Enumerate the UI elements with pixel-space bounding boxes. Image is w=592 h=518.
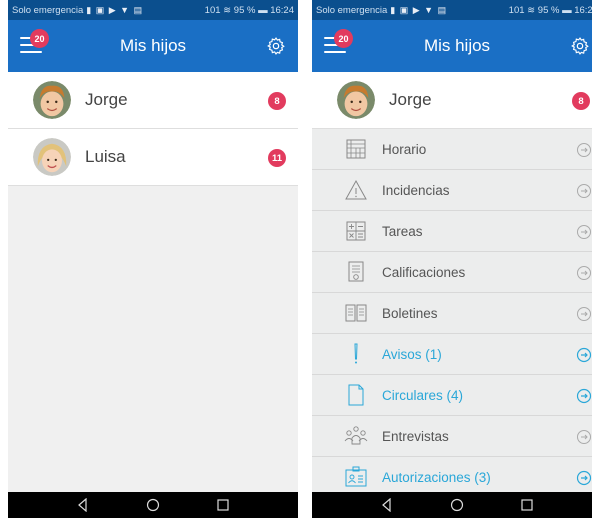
phone-screen-children-list: Solo emergencia ▮ ▣ ▶ ▼ ▤ 101 ≋ 95 % ▬ 16… (8, 0, 298, 518)
battery-text: 95 % (537, 4, 560, 16)
menu-item-avisos[interactable]: Avisos (1) (312, 334, 592, 375)
menu-item-horario[interactable]: Horario (312, 129, 592, 170)
arrow-right-circle-icon[interactable] (576, 224, 592, 240)
wifi-icon: ≋ (527, 4, 536, 16)
status-bar-left-group: Solo emergencia ▮ ▣ ▶ ▼ ▤ (316, 5, 447, 16)
menu-item-incidencias[interactable]: Incidencias (312, 170, 592, 211)
child-row-jorge[interactable]: Jorge 8 (8, 72, 298, 129)
wifi-icon: ≋ (223, 4, 232, 16)
notification-icons: ▮ ▣ ▶ ▼ ▤ (390, 4, 448, 15)
avatar (337, 81, 375, 119)
menu-item-tareas[interactable]: Tareas (312, 211, 592, 252)
menu-item-label: Circulares (4) (382, 387, 464, 403)
avatar (33, 138, 71, 176)
child-name: Jorge (389, 90, 432, 109)
page-title: Mis hijos (423, 36, 491, 55)
clock-text: 16:24 (270, 4, 294, 16)
recents-icon[interactable] (216, 498, 230, 512)
battery-icon: ▬ (258, 4, 268, 16)
battery-text: 95 % (233, 4, 256, 16)
menu-item-label: Boletines (382, 305, 438, 321)
status-bar-left-group: Solo emergencia ▮ ▣ ▶ ▼ ▤ (12, 5, 143, 16)
home-icon[interactable] (450, 498, 464, 512)
status-bar-right-group: 101 ≋ 95 % ▬ 16:25 (509, 5, 592, 16)
menu-item-label: Tareas (382, 223, 423, 239)
android-nav-bar (312, 492, 592, 518)
home-icon[interactable] (146, 498, 160, 512)
open-book-icon (345, 304, 367, 322)
menu-badge: 20 (30, 29, 49, 48)
android-nav-bar (8, 492, 298, 518)
menu-item-boletines[interactable]: Boletines (312, 293, 592, 334)
arrow-right-circle-icon[interactable] (576, 347, 592, 363)
math-operations-icon (346, 221, 366, 241)
signal-text: 101 (508, 4, 525, 16)
notification-icons: ▮ ▣ ▶ ▼ ▤ (86, 4, 144, 15)
recents-icon[interactable] (520, 498, 534, 512)
arrow-right-circle-icon[interactable] (576, 306, 592, 322)
arrow-right-circle-icon[interactable] (576, 142, 592, 158)
warning-icon (345, 179, 367, 200)
menu-item-label: Incidencias (382, 182, 450, 198)
menu-badge: 20 (334, 29, 353, 48)
menu-item-entrevistas[interactable]: Entrevistas (312, 416, 592, 457)
child-menu-list: Horario Incidencias Tareas Calificacione… (312, 129, 592, 498)
status-bar-right-group: 101 ≋ 95 % ▬ 16:24 (205, 5, 294, 16)
people-icon (344, 426, 368, 445)
status-bar: Solo emergencia ▮ ▣ ▶ ▼ ▤ 101 ≋ 95 % ▬ 16… (312, 0, 592, 20)
arrow-right-circle-icon[interactable] (576, 388, 592, 404)
exclamation-icon (354, 343, 358, 364)
back-icon[interactable] (76, 498, 90, 512)
carrier-text: Solo emergencia (316, 4, 388, 16)
certificate-icon (348, 261, 364, 282)
id-card-icon (345, 466, 367, 487)
gear-icon[interactable] (570, 36, 590, 56)
app-bar: 20 Mis hijos (312, 20, 592, 72)
status-bar: Solo emergencia ▮ ▣ ▶ ▼ ▤ 101 ≋ 95 % ▬ 16… (8, 0, 298, 20)
page-title: Mis hijos (119, 36, 187, 55)
battery-icon: ▬ (562, 4, 572, 16)
notification-badge: 8 (572, 92, 590, 110)
clock-text: 16:25 (574, 4, 592, 16)
notification-badge: 11 (267, 149, 286, 167)
avatar (33, 81, 71, 119)
arrow-right-circle-icon[interactable] (576, 429, 592, 445)
phone-screen-child-menu: Solo emergencia ▮ ▣ ▶ ▼ ▤ 101 ≋ 95 % ▬ 16… (312, 0, 592, 518)
app-bar: 20 Mis hijos (8, 20, 298, 72)
carrier-text: Solo emergencia (12, 4, 84, 16)
child-name: Luisa (85, 147, 126, 166)
signal-text: 101 (204, 4, 221, 16)
menu-item-label: Horario (382, 141, 427, 157)
menu-item-label: Autorizaciones (3) (382, 469, 491, 485)
child-name: Jorge (85, 90, 128, 109)
gear-icon[interactable] (266, 36, 286, 56)
arrow-right-circle-icon[interactable] (576, 183, 592, 199)
arrow-right-circle-icon[interactable] (576, 265, 592, 281)
arrow-right-circle-icon[interactable] (576, 470, 592, 486)
menu-item-calificaciones[interactable]: Calificaciones (312, 252, 592, 293)
menu-item-label: Calificaciones (382, 264, 466, 280)
child-row-jorge[interactable]: Jorge 8 (312, 72, 592, 129)
menu-item-circulares[interactable]: Circulares (4) (312, 375, 592, 416)
calendar-icon (346, 139, 366, 159)
notification-badge: 8 (268, 92, 286, 110)
document-icon (348, 384, 364, 406)
menu-item-label: Entrevistas (382, 428, 449, 444)
child-row-luisa[interactable]: Luisa 11 (8, 129, 298, 186)
back-icon[interactable] (380, 498, 394, 512)
menu-item-label: Avisos (1) (382, 346, 442, 362)
